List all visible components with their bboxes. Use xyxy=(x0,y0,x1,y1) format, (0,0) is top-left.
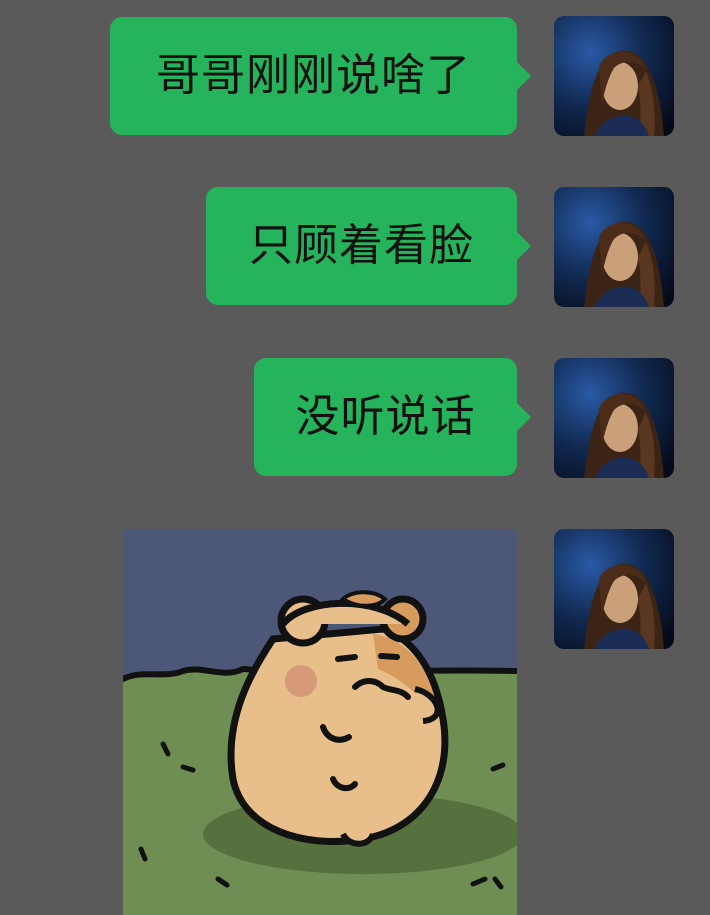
sticker-message[interactable] xyxy=(123,529,517,915)
woman-portrait-avatar-icon xyxy=(554,187,674,307)
sender-avatar[interactable] xyxy=(554,187,674,307)
sender-avatar[interactable] xyxy=(554,358,674,478)
sender-avatar[interactable] xyxy=(554,16,674,136)
message-text: 没听说话 xyxy=(295,391,476,442)
message-text: 哥哥刚刚说啥了 xyxy=(156,50,471,101)
sender-avatar[interactable] xyxy=(554,529,674,649)
bear-hamster-sticker-icon xyxy=(123,529,517,915)
woman-portrait-avatar-icon xyxy=(554,16,674,136)
message-bubble-3[interactable]: 没听说话 xyxy=(254,358,517,476)
message-text: 只顾着看脸 xyxy=(249,220,474,271)
woman-portrait-avatar-icon xyxy=(554,358,674,478)
message-bubble-1[interactable]: 哥哥刚刚说啥了 xyxy=(110,17,517,135)
woman-portrait-avatar-icon xyxy=(554,529,674,649)
message-bubble-2[interactable]: 只顾着看脸 xyxy=(206,187,517,305)
chat-screen: { "messages": [ { "side": "sent", "type"… xyxy=(0,0,710,915)
